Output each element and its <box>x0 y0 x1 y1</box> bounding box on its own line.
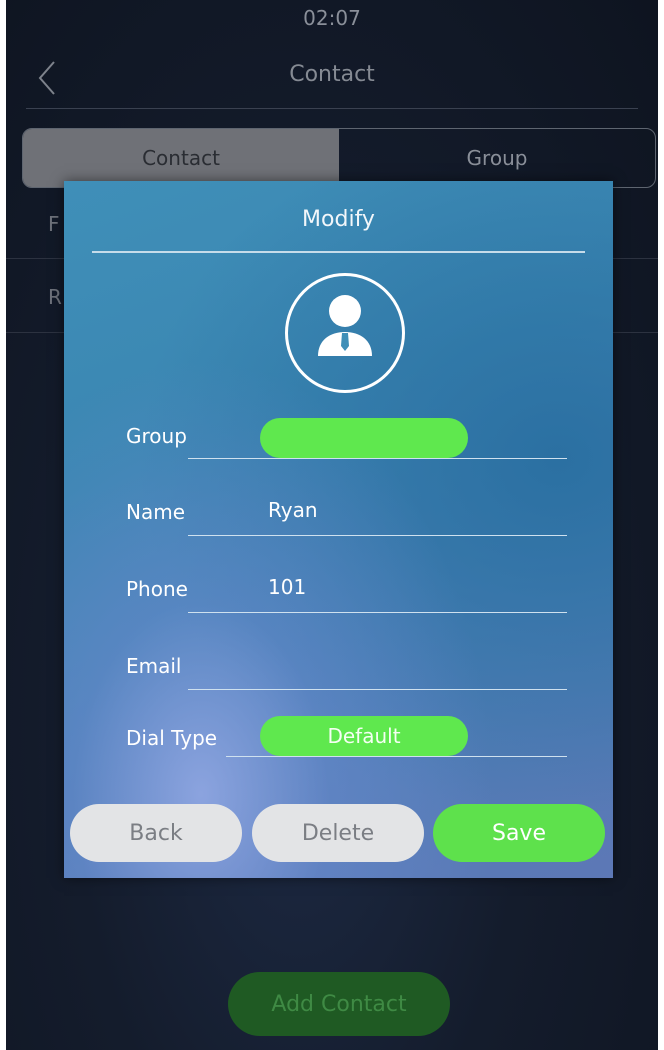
avatar[interactable] <box>285 273 405 393</box>
group-underline <box>188 458 567 459</box>
dial-type-underline <box>226 756 567 757</box>
phone-field: Phone 101 <box>64 571 613 613</box>
name-label: Name <box>126 500 186 524</box>
header: Contact <box>6 52 658 110</box>
dial-type-field: Dial Type Default <box>64 716 613 757</box>
tab-contact[interactable]: Contact <box>23 129 339 187</box>
phone-underline <box>188 612 567 613</box>
status-time: 02:07 <box>303 6 361 30</box>
dial-type-select[interactable]: Default <box>260 716 468 756</box>
group-field: Group <box>64 418 613 459</box>
list-item[interactable]: R <box>48 285 62 309</box>
email-label: Email <box>126 654 182 678</box>
email-underline <box>188 689 567 690</box>
dial-type-label: Dial Type <box>126 726 218 750</box>
delete-button[interactable]: Delete <box>252 804 424 862</box>
add-contact-button[interactable]: Add Contact <box>228 972 450 1036</box>
save-button[interactable]: Save <box>433 804 605 862</box>
tab-group[interactable]: Group <box>339 129 655 187</box>
email-field: Email <box>64 648 613 690</box>
phone-label: Phone <box>126 577 188 601</box>
phone-input[interactable]: 101 <box>268 575 306 599</box>
header-divider <box>26 108 638 109</box>
name-field: Name Ryan <box>64 494 613 536</box>
group-label: Group <box>126 424 187 448</box>
tab-bar: Contact Group <box>22 128 656 188</box>
back-button[interactable]: Back <box>70 804 242 862</box>
group-select[interactable] <box>260 418 468 458</box>
user-avatar-icon <box>318 295 372 356</box>
name-input[interactable]: Ryan <box>268 498 318 522</box>
list-item[interactable]: F <box>48 212 60 236</box>
dialog-title: Modify <box>302 207 375 232</box>
name-underline <box>188 535 567 536</box>
modify-dialog: Modify Group Name Ryan Phone 101 Email D… <box>64 181 613 878</box>
page-title: Contact <box>289 62 375 87</box>
dialog-divider <box>92 251 585 253</box>
